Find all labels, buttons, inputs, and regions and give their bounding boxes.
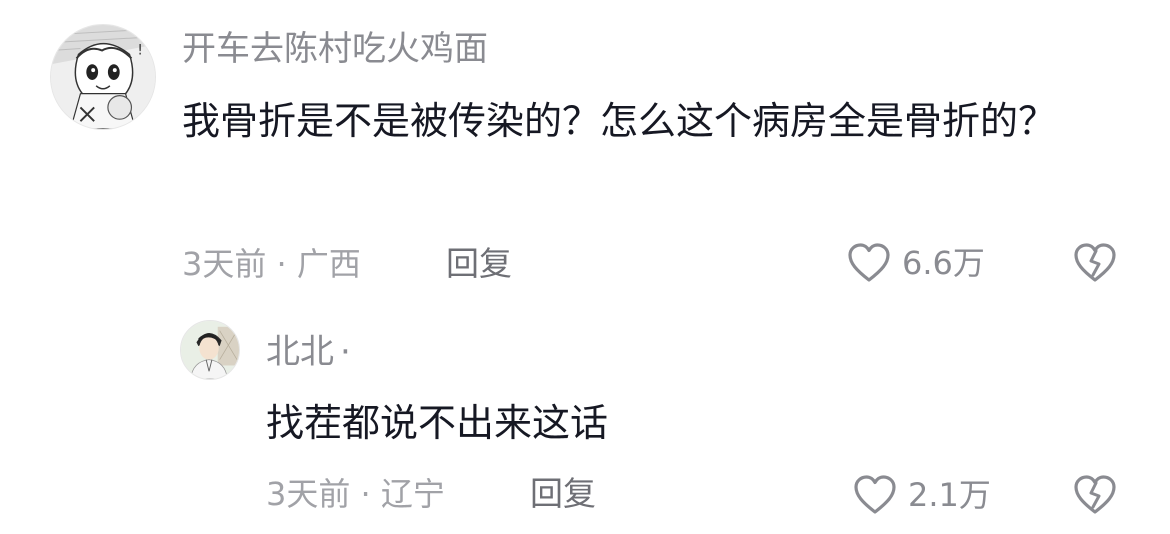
- like-count: 6.6万: [902, 244, 985, 282]
- reply-button[interactable]: 回复: [446, 244, 512, 284]
- boy-portrait-avatar: [181, 321, 239, 379]
- like-count: 2.1万: [908, 476, 991, 514]
- meta-separator: ·: [266, 245, 297, 283]
- dislike-button[interactable]: [1072, 474, 1118, 520]
- like-button[interactable]: 2.1万: [852, 474, 991, 516]
- svg-text:!: !: [137, 42, 143, 58]
- comment-location: 广西: [296, 245, 361, 283]
- comment-username[interactable]: 开车去陈村吃火鸡面: [182, 29, 488, 69]
- comment-time: 3天前: [266, 475, 351, 513]
- reply-button[interactable]: 回复: [530, 474, 596, 514]
- manga-character-avatar: !: [51, 25, 155, 129]
- comment-time: 3天前: [182, 245, 267, 283]
- username-suffix: ·: [340, 332, 351, 372]
- username-text: 北北: [266, 332, 334, 372]
- comment-meta: 3天前 · 辽宁: [266, 474, 445, 514]
- like-button[interactable]: 6.6万: [846, 242, 985, 284]
- heart-outline-icon: [848, 243, 890, 282]
- comment-content[interactable]: 找茬都说不出来这话: [266, 392, 1126, 454]
- comment-content[interactable]: 我骨折是不是被传染的？怎么这个病房全是骨折的？: [182, 90, 1112, 152]
- comment-username[interactable]: 北北 ·: [266, 332, 351, 372]
- heart-outline-icon: [854, 475, 896, 514]
- comment-location: 辽宁: [380, 475, 445, 513]
- comment-meta: 3天前 · 广西: [182, 244, 361, 284]
- user-avatar[interactable]: [180, 320, 240, 380]
- meta-separator: ·: [350, 475, 381, 513]
- broken-heart-icon: [1074, 475, 1116, 514]
- user-avatar[interactable]: !: [50, 24, 156, 130]
- dislike-button[interactable]: [1072, 242, 1118, 288]
- broken-heart-icon: [1074, 243, 1116, 282]
